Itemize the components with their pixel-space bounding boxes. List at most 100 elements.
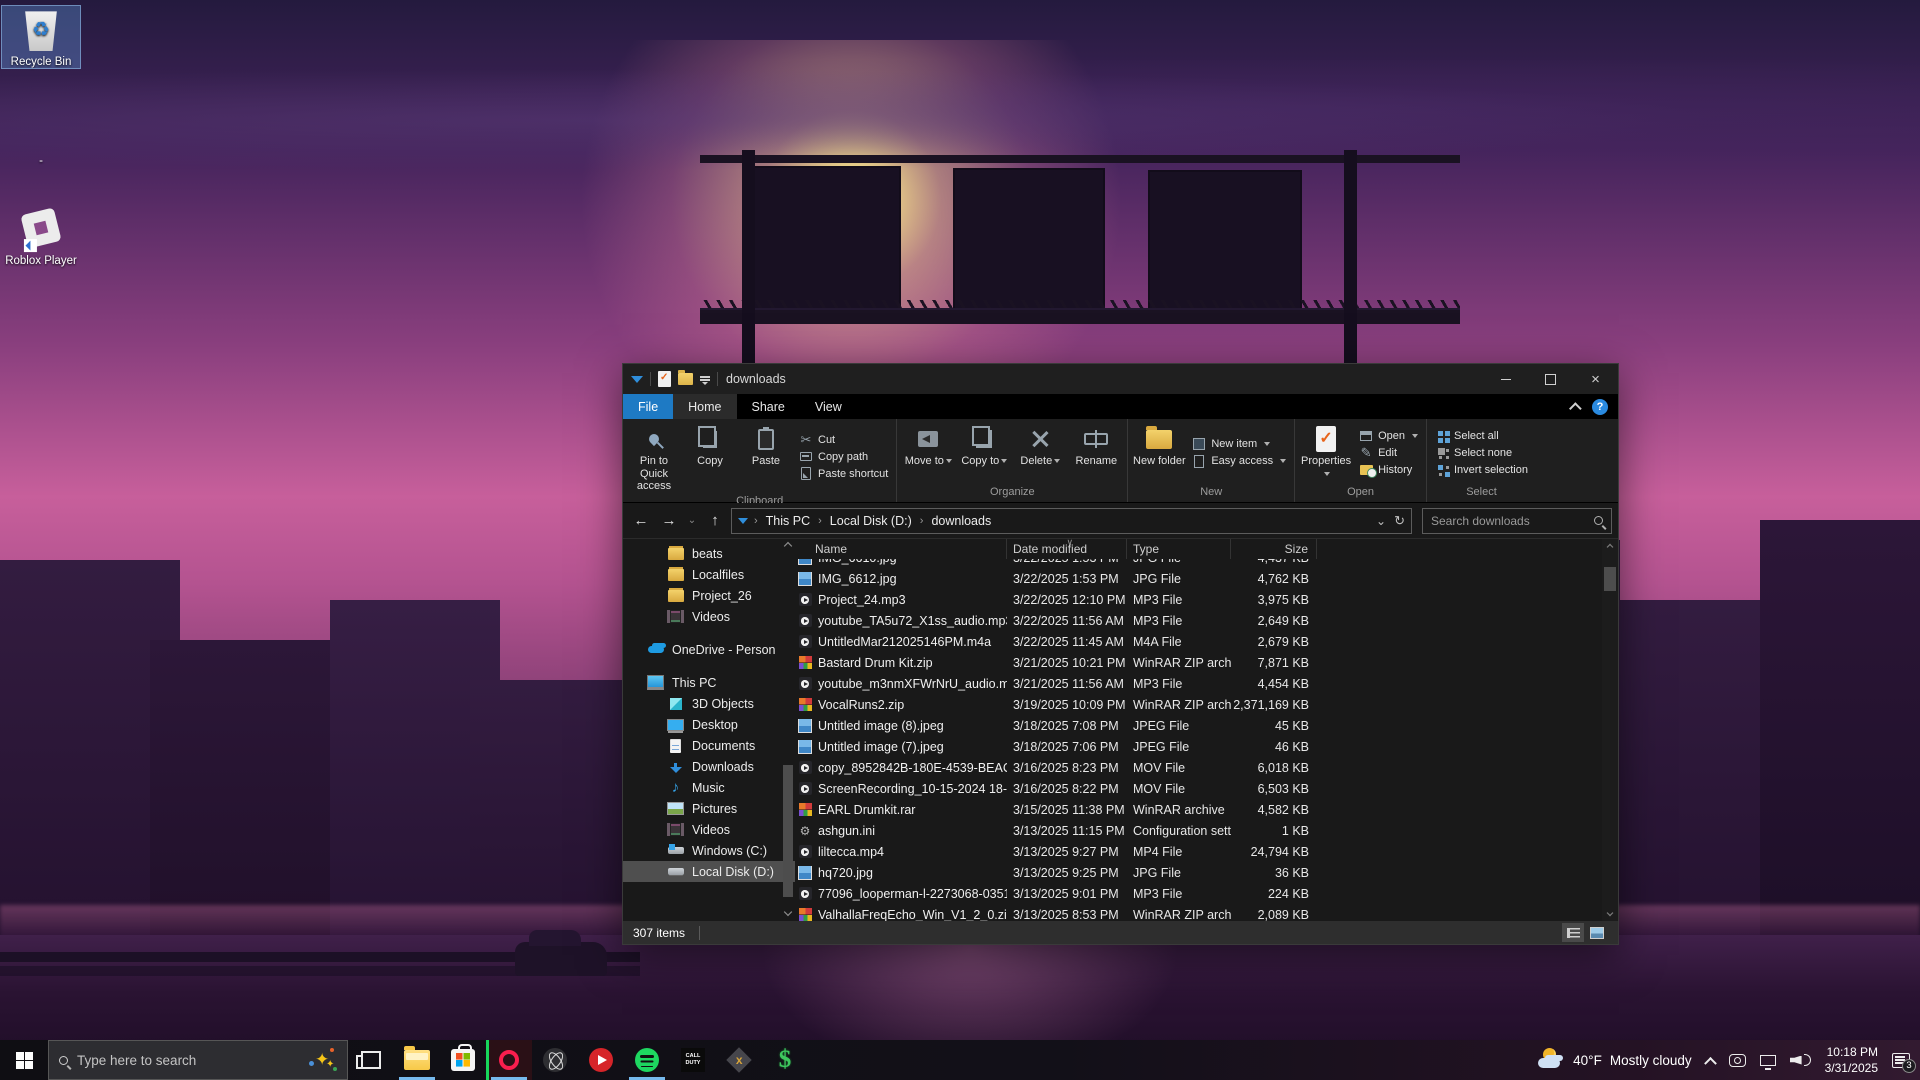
scrollbar-thumb[interactable] — [783, 765, 793, 897]
minimize-button[interactable] — [1483, 364, 1528, 394]
properties-button[interactable]: Properties — [1299, 421, 1353, 484]
table-row[interactable]: youtube_m3nmXFWrNrU_audio.mp33/21/2025 1… — [795, 673, 1602, 694]
table-row[interactable]: youtube_TA5u72_X1ss_audio.mp33/22/2025 1… — [795, 610, 1602, 631]
volume-icon[interactable] — [1790, 1054, 1811, 1066]
table-row[interactable]: EARL Drumkit.rar3/15/2025 11:38 PMWinRAR… — [795, 799, 1602, 820]
action-center-icon[interactable]: 3 — [1892, 1053, 1910, 1068]
recent-locations-icon[interactable]: ⌄ — [685, 509, 699, 533]
taskbar-search-input[interactable] — [77, 1053, 298, 1068]
scroll-up-icon[interactable] — [784, 542, 792, 550]
desktop-icon-recycle-bin[interactable]: Recycle Bin — [2, 6, 80, 68]
sidebar-item-onedrive-person[interactable]: OneDrive - Person — [623, 639, 795, 660]
weather-widget[interactable]: 40°F Mostly cloudy — [1537, 1048, 1691, 1072]
table-row[interactable]: Project_24.mp33/22/2025 12:10 PMMP3 File… — [795, 589, 1602, 610]
table-row[interactable]: Untitled image (8).jpeg3/18/2025 7:08 PM… — [795, 715, 1602, 736]
file-explorer-button[interactable] — [394, 1040, 440, 1080]
ms-store-button[interactable] — [440, 1040, 486, 1080]
breadcrumb-downloads[interactable]: downloads — [929, 514, 993, 528]
breadcrumb-local-disk-d[interactable]: Local Disk (D:) — [828, 514, 914, 528]
table-row[interactable]: 77096_looperman-l-2273068-0351451-lil-..… — [795, 883, 1602, 904]
properties-qat-icon[interactable] — [658, 371, 671, 387]
column-header-type[interactable]: Type — [1127, 539, 1231, 559]
sidebar-item-localfiles[interactable]: Localfiles — [623, 564, 795, 585]
tab-home[interactable]: Home — [673, 394, 736, 419]
table-row[interactable]: IMG_6612.jpg3/22/2025 1:53 PMJPG File4,7… — [795, 568, 1602, 589]
call-of-duty-button[interactable]: CALL DUTY — [670, 1040, 716, 1080]
paste-shortcut-button[interactable]: Paste shortcut — [799, 467, 888, 481]
select-none-button[interactable]: Select none — [1435, 446, 1528, 460]
desktop-icon-dash[interactable]: - — [2, 155, 80, 167]
breadcrumb-this-pc[interactable]: This PC — [764, 514, 812, 528]
scrollbar-thumb[interactable] — [1604, 567, 1616, 591]
sidebar-item-music[interactable]: Music — [623, 777, 795, 798]
open-button[interactable]: Open — [1359, 429, 1418, 443]
move-to-button[interactable]: Move to — [901, 421, 955, 484]
sidebar-item-videos[interactable]: Videos — [623, 819, 795, 840]
search-highlights-icon[interactable]: ✦✦ — [307, 1047, 337, 1073]
task-view-button[interactable] — [348, 1040, 394, 1080]
network-icon[interactable] — [1760, 1055, 1776, 1066]
table-row[interactable]: Untitled image (7).jpeg3/18/2025 7:06 PM… — [795, 736, 1602, 757]
tab-share[interactable]: Share — [737, 394, 800, 419]
search-input[interactable] — [1431, 514, 1594, 528]
delete-button[interactable]: Delete — [1013, 421, 1067, 484]
sidebar-item-documents[interactable]: Documents — [623, 735, 795, 756]
sidebar-item-project-26[interactable]: Project_26 — [623, 585, 795, 606]
column-header-size[interactable]: Size — [1231, 539, 1317, 559]
back-button[interactable]: ← — [629, 509, 653, 533]
copy-to-button[interactable]: Copy to — [957, 421, 1011, 484]
close-button[interactable]: × — [1573, 364, 1618, 394]
table-row[interactable]: hq720.jpg3/13/2025 9:25 PMJPG File36 KB — [795, 862, 1602, 883]
search-box[interactable] — [1422, 508, 1612, 534]
table-row[interactable]: ScreenRecording_10-15-2024 18-05-54_1...… — [795, 778, 1602, 799]
atom-app-button[interactable] — [532, 1040, 578, 1080]
cash-app-button[interactable]: $ — [762, 1040, 808, 1080]
sidebar-item-downloads[interactable]: Downloads — [623, 756, 795, 777]
new-item-button[interactable]: New item — [1192, 437, 1286, 451]
collapse-ribbon-icon[interactable] — [1569, 402, 1582, 415]
column-header-name[interactable]: Name — [795, 539, 1007, 559]
sidebar-item-3d-objects[interactable]: 3D Objects — [623, 693, 795, 714]
copy-button[interactable]: Copy — [683, 421, 737, 493]
sidebar-item-videos[interactable]: Videos — [623, 606, 795, 627]
taskbar-search[interactable]: ✦✦ — [48, 1040, 348, 1080]
thumbnail-view-button[interactable] — [1586, 923, 1608, 942]
cut-button[interactable]: Cut — [799, 433, 888, 447]
sidebar-item-local-disk-d[interactable]: Local Disk (D:) — [623, 861, 795, 882]
desktop-icon-roblox-player[interactable]: Roblox Player — [2, 205, 80, 267]
qat-dropdown-icon[interactable] — [700, 374, 710, 384]
scroll-down-icon[interactable] — [1607, 910, 1614, 917]
table-row[interactable]: ValhallaFreqEcho_Win_V1_2_0.zip3/13/2025… — [795, 904, 1602, 921]
copy-path-button[interactable]: Copy path — [799, 450, 888, 464]
opera-gx-button[interactable] — [486, 1040, 532, 1080]
table-row[interactable]: Bastard Drum Kit.zip3/21/2025 10:21 PMWi… — [795, 652, 1602, 673]
history-button[interactable]: History — [1359, 463, 1418, 477]
paste-button[interactable]: Paste — [739, 421, 793, 493]
customize-qat-icon[interactable] — [631, 376, 643, 383]
file-list-scrollbar[interactable] — [1602, 539, 1618, 921]
title-bar[interactable]: downloads × — [623, 364, 1618, 394]
scroll-up-icon[interactable] — [1607, 544, 1614, 551]
table-row[interactable]: copy_8952842B-180E-4539-BEAC-47B471...3/… — [795, 757, 1602, 778]
forward-button[interactable]: → — [657, 509, 681, 533]
table-row[interactable]: IMG_6610.jpg3/22/2025 1:53 PMJPG File4,4… — [795, 559, 1602, 568]
yt-music-button[interactable] — [578, 1040, 624, 1080]
invert-selection-button[interactable]: Invert selection — [1435, 463, 1528, 477]
sidebar-item-windows-c[interactable]: Windows (C:) — [623, 840, 795, 861]
easy-access-button[interactable]: Easy access — [1192, 454, 1286, 468]
start-button[interactable] — [0, 1040, 48, 1080]
pin-to-quick-access-button[interactable]: Pin to Quick access — [627, 421, 681, 493]
address-dropdown-icon[interactable] — [1376, 514, 1386, 528]
up-button[interactable]: ↑ — [703, 509, 727, 533]
meet-now-icon[interactable] — [1729, 1054, 1746, 1067]
sidebar-item-beats[interactable]: beats — [623, 543, 795, 564]
select-all-button[interactable]: Select all — [1435, 429, 1528, 443]
table-row[interactable]: liltecca.mp43/13/2025 9:27 PMMP4 File24,… — [795, 841, 1602, 862]
new-folder-button[interactable]: New folder — [1132, 421, 1186, 484]
game-x-button[interactable]: x — [716, 1040, 762, 1080]
table-row[interactable]: UntitledMar212025146PM.m4a3/22/2025 11:4… — [795, 631, 1602, 652]
clock[interactable]: 10:18 PM 3/31/2025 — [1825, 1044, 1878, 1076]
help-icon[interactable]: ? — [1592, 399, 1608, 415]
scroll-down-icon[interactable] — [784, 908, 792, 916]
column-header-date-modified[interactable]: ∨ Date modified — [1007, 539, 1127, 559]
